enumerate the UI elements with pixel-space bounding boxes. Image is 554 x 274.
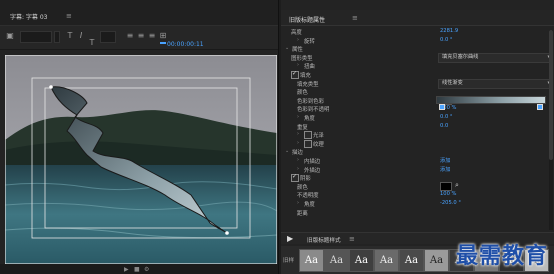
bold-icon[interactable]: T xyxy=(65,31,75,41)
panel-tab-title[interactable]: 字幕: 字幕 03 xyxy=(10,12,47,21)
expand-arrow-icon[interactable]: › xyxy=(297,37,299,43)
font-style-select[interactable] xyxy=(54,31,60,43)
eyedropper-icon[interactable]: ⌕ xyxy=(455,181,459,190)
style-sample[interactable]: Aa xyxy=(299,249,324,272)
underline-icon[interactable]: T xyxy=(87,38,97,48)
add-stroke-link[interactable]: 添加 xyxy=(440,166,450,173)
expand-arrow-icon[interactable]: › xyxy=(297,114,299,120)
gradient-stop-left[interactable] xyxy=(439,104,445,110)
section-toggle-icon[interactable]: ⌄ xyxy=(285,45,289,51)
style-sample[interactable]: Aa xyxy=(399,249,424,272)
style-sample[interactable]: Aa xyxy=(424,249,449,272)
property-value[interactable]: 100 % xyxy=(440,191,456,197)
font-family-select[interactable] xyxy=(20,31,52,43)
property-value[interactable]: 2281.9 xyxy=(440,28,458,34)
add-stroke-link[interactable]: 添加 xyxy=(440,157,450,164)
properties-header: 旧版标题属性 ≡ xyxy=(281,10,554,26)
property-value[interactable]: -205.0 ° xyxy=(440,200,461,206)
anchor-point[interactable] xyxy=(225,231,229,235)
text-align-center-icon[interactable]: ≡ xyxy=(136,31,146,41)
panel-collapse-icon[interactable]: ▶ xyxy=(287,234,293,243)
text-align-left-icon[interactable]: ≡ xyxy=(125,31,135,41)
property-label: 距离 xyxy=(297,210,308,217)
property-value[interactable]: 0.0 xyxy=(440,123,448,129)
style-sample[interactable]: Aa xyxy=(374,249,399,272)
properties-menu-icon[interactable]: ≡ xyxy=(352,14,358,22)
preview-status-bar: ▶ ■ ⚙ xyxy=(0,264,278,274)
styles-menu-icon[interactable]: ≡ xyxy=(349,235,355,243)
expand-arrow-icon[interactable]: › xyxy=(297,62,299,68)
title-stage-preview[interactable] xyxy=(5,55,277,264)
property-value[interactable]: 0.0 ° xyxy=(440,114,453,120)
expand-arrow-icon[interactable]: › xyxy=(297,157,299,163)
settings-icon[interactable]: ⚙ xyxy=(144,266,149,273)
property-row: 距离 xyxy=(285,208,550,217)
legacy-title-properties-panel: 旧版标题属性 ≡ 高度2281.9›旋转0.0 °⌄属性图形类型填充贝塞尔曲线›… xyxy=(281,0,554,274)
expand-arrow-icon[interactable]: › xyxy=(297,200,299,206)
property-value[interactable]: 0.0 ° xyxy=(440,37,453,43)
text-toolbar: ▣ T I T ≡ ≡ ≡ ⊞ 00:00:00:11 xyxy=(0,26,278,50)
timeline-marker-icon xyxy=(160,42,166,50)
panel-tab-bar: 字幕: 字幕 03 ≡ xyxy=(0,0,278,26)
italic-icon[interactable]: I xyxy=(76,31,86,41)
video-frame xyxy=(5,55,277,264)
anchor-point[interactable] xyxy=(49,85,53,89)
font-size-field[interactable] xyxy=(100,31,116,43)
gradient-stop-right[interactable] xyxy=(537,104,543,110)
stop-icon[interactable]: ■ xyxy=(134,266,140,273)
new-title-icon[interactable]: ▣ xyxy=(5,31,15,41)
tab-stops-icon[interactable]: ⊞ xyxy=(158,31,168,41)
expand-arrow-icon[interactable]: › xyxy=(297,140,299,146)
gradient-ramp[interactable] xyxy=(436,96,546,110)
expand-arrow-icon[interactable]: › xyxy=(297,131,299,137)
scrollbar-thumb[interactable] xyxy=(549,30,553,160)
watermark: 最需教育 xyxy=(455,244,548,269)
properties-list: 高度2281.9›旋转0.0 °⌄属性图形类型填充贝塞尔曲线›扭曲填充填充类型线… xyxy=(281,27,554,230)
section-toggle-icon[interactable]: ⌄ xyxy=(285,148,289,154)
text-align-right-icon[interactable]: ≡ xyxy=(147,31,157,41)
styles-title[interactable]: 旧版标题样式 xyxy=(307,236,341,244)
properties-title[interactable]: 旧版标题属性 xyxy=(289,15,325,24)
styles-row-label: 旧样 xyxy=(283,258,295,264)
timecode-display[interactable]: 00:00:00:11 xyxy=(167,41,204,48)
expand-arrow-icon[interactable]: › xyxy=(297,166,299,172)
properties-scrollbar[interactable] xyxy=(549,30,553,230)
title-designer-panel: 字幕: 字幕 03 ≡ ▣ T I T ≡ ≡ ≡ ⊞ 00:00:00:11 xyxy=(0,0,279,274)
panel-menu-icon[interactable]: ≡ xyxy=(66,12,72,20)
style-sample[interactable]: Aa xyxy=(324,249,349,272)
style-sample[interactable]: Aa xyxy=(349,249,374,272)
play-icon[interactable]: ▶ xyxy=(124,266,129,273)
